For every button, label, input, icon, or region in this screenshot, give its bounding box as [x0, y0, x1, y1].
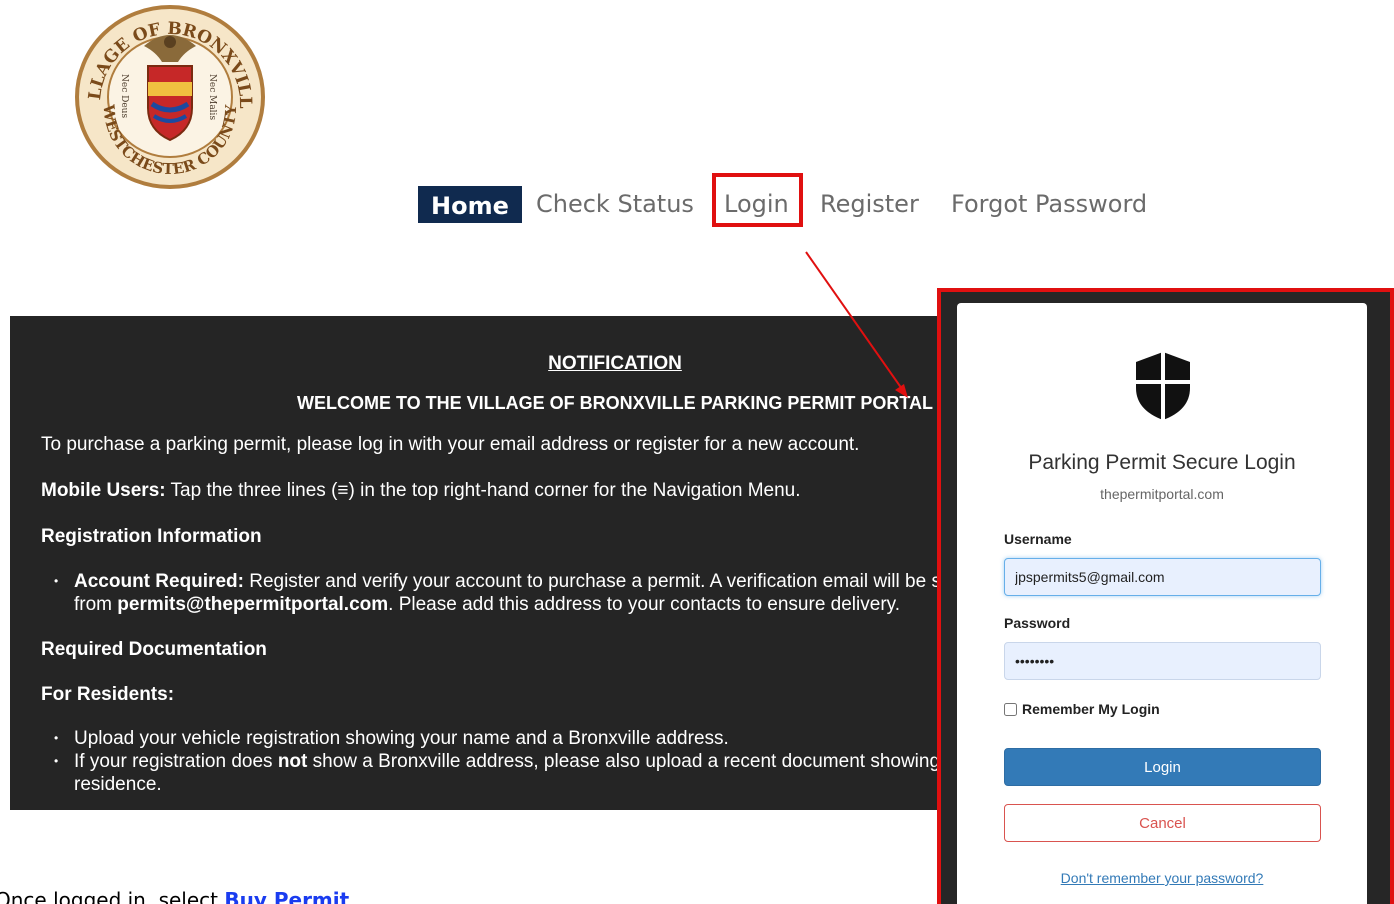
- nav-home[interactable]: Home: [418, 186, 522, 223]
- seal-motto-right: Nec Malis: [207, 74, 217, 120]
- notification-panel: NOTIFICATION WELCOME TO THE VILLAGE OF B…: [10, 316, 945, 810]
- shield-icon: [1136, 352, 1190, 420]
- documentation-heading: Required Documentation: [41, 639, 267, 660]
- login-subtitle: thepermitportal.com: [1100, 486, 1224, 502]
- list-item-continued: residence.: [74, 774, 162, 795]
- remember-login[interactable]: Remember My Login: [1004, 701, 1160, 717]
- login-card: Parking Permit Secure Login thepermitpor…: [957, 303, 1367, 904]
- welcome-heading: WELCOME TO THE VILLAGE OF BRONXVILLE PAR…: [296, 393, 933, 413]
- password-input[interactable]: [1004, 642, 1321, 680]
- nav-register[interactable]: Register: [820, 186, 919, 222]
- nav-forgot-password[interactable]: Forgot Password: [951, 186, 1147, 222]
- list-item: Upload your vehicle registration showing…: [54, 727, 945, 750]
- remember-checkbox[interactable]: [1004, 702, 1017, 716]
- notification-heading: NOTIFICATION: [548, 353, 682, 374]
- buy-permit-link[interactable]: Buy Permit: [224, 888, 349, 904]
- residents-heading: For Residents:: [41, 684, 175, 705]
- residents-list: Upload your vehicle registration showing…: [54, 727, 945, 796]
- intro-text: To purchase a parking permit, please log…: [41, 434, 860, 455]
- list-item: If your registration does not show a Bro…: [54, 750, 945, 773]
- password-label: Password: [1004, 615, 1071, 631]
- remember-label: Remember My Login: [1022, 701, 1160, 717]
- login-title: Parking Permit Secure Login: [1028, 451, 1296, 474]
- login-highlight-box: [712, 173, 803, 227]
- list-item: Account Required: Register and verify yo…: [54, 570, 945, 593]
- list-item-continued: from permits@thepermitportal.com. Please…: [74, 594, 901, 615]
- nav-check-status[interactable]: Check Status: [536, 186, 694, 222]
- registration-list: Account Required: Register and verify yo…: [54, 570, 945, 616]
- forgot-password-link[interactable]: Don't remember your password?: [957, 870, 1367, 886]
- seal-motto-left: Nec Deus: [119, 74, 129, 118]
- login-button[interactable]: Login: [1004, 748, 1321, 786]
- registration-heading: Registration Information: [41, 526, 262, 547]
- mobile-users-text: Mobile Users: Tap the three lines (≡) in…: [41, 480, 801, 501]
- village-seal-logo: VILLAGE OF BRONXVILLE WESTCHESTER COUNTY…: [74, 4, 265, 189]
- username-label: Username: [1004, 531, 1072, 547]
- footer-instruction: Once logged in, select Buy Permit: [0, 888, 349, 904]
- username-input[interactable]: [1004, 558, 1321, 596]
- login-popup-frame: Parking Permit Secure Login thepermitpor…: [937, 288, 1394, 904]
- cancel-button[interactable]: Cancel: [1004, 804, 1321, 842]
